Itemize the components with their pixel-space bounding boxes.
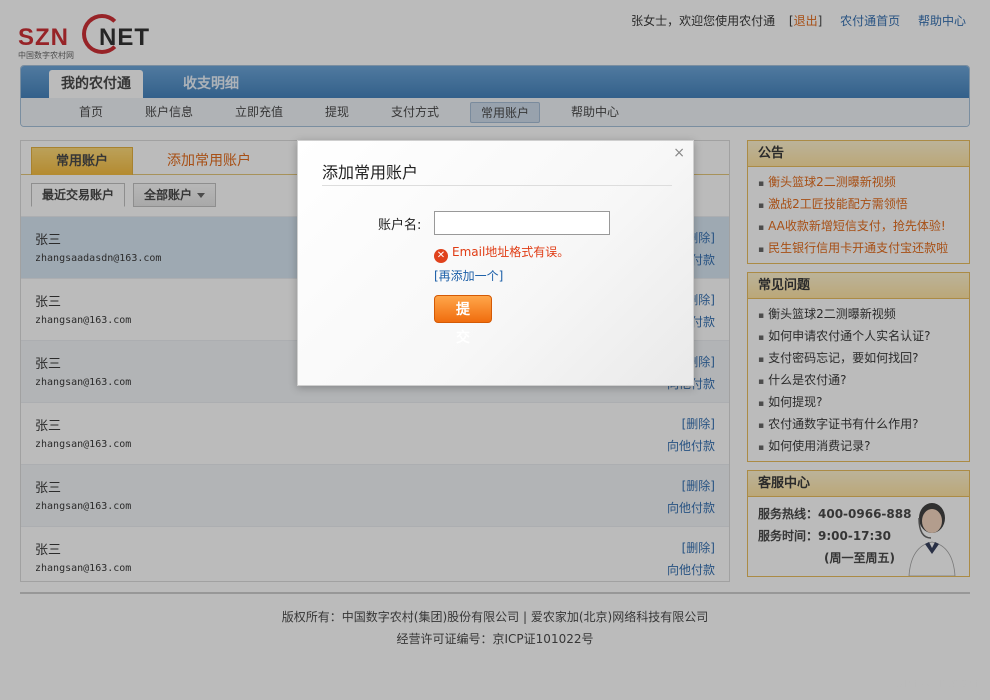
dialog-title: 添加常用账户 <box>322 163 419 182</box>
add-another-link[interactable]: [再添加一个] <box>434 267 503 284</box>
dialog-divider <box>322 185 672 186</box>
account-name-input[interactable] <box>434 211 610 235</box>
error-icon: ✕ <box>434 249 448 263</box>
account-name-label: 账户名: <box>378 218 422 233</box>
submit-button[interactable]: 提 交 <box>434 295 492 346</box>
add-account-dialog: 添加常用账户 × 账户名: ✕ Email地址格式有误。 [再添加一个] 提 交 <box>297 140 694 386</box>
watermark: UIMAKER.COM <box>895 679 978 690</box>
error-text: Email地址格式有误。 <box>452 245 570 259</box>
close-icon[interactable]: × <box>673 145 685 161</box>
email-error-message: ✕ Email地址格式有误。 <box>434 243 569 263</box>
